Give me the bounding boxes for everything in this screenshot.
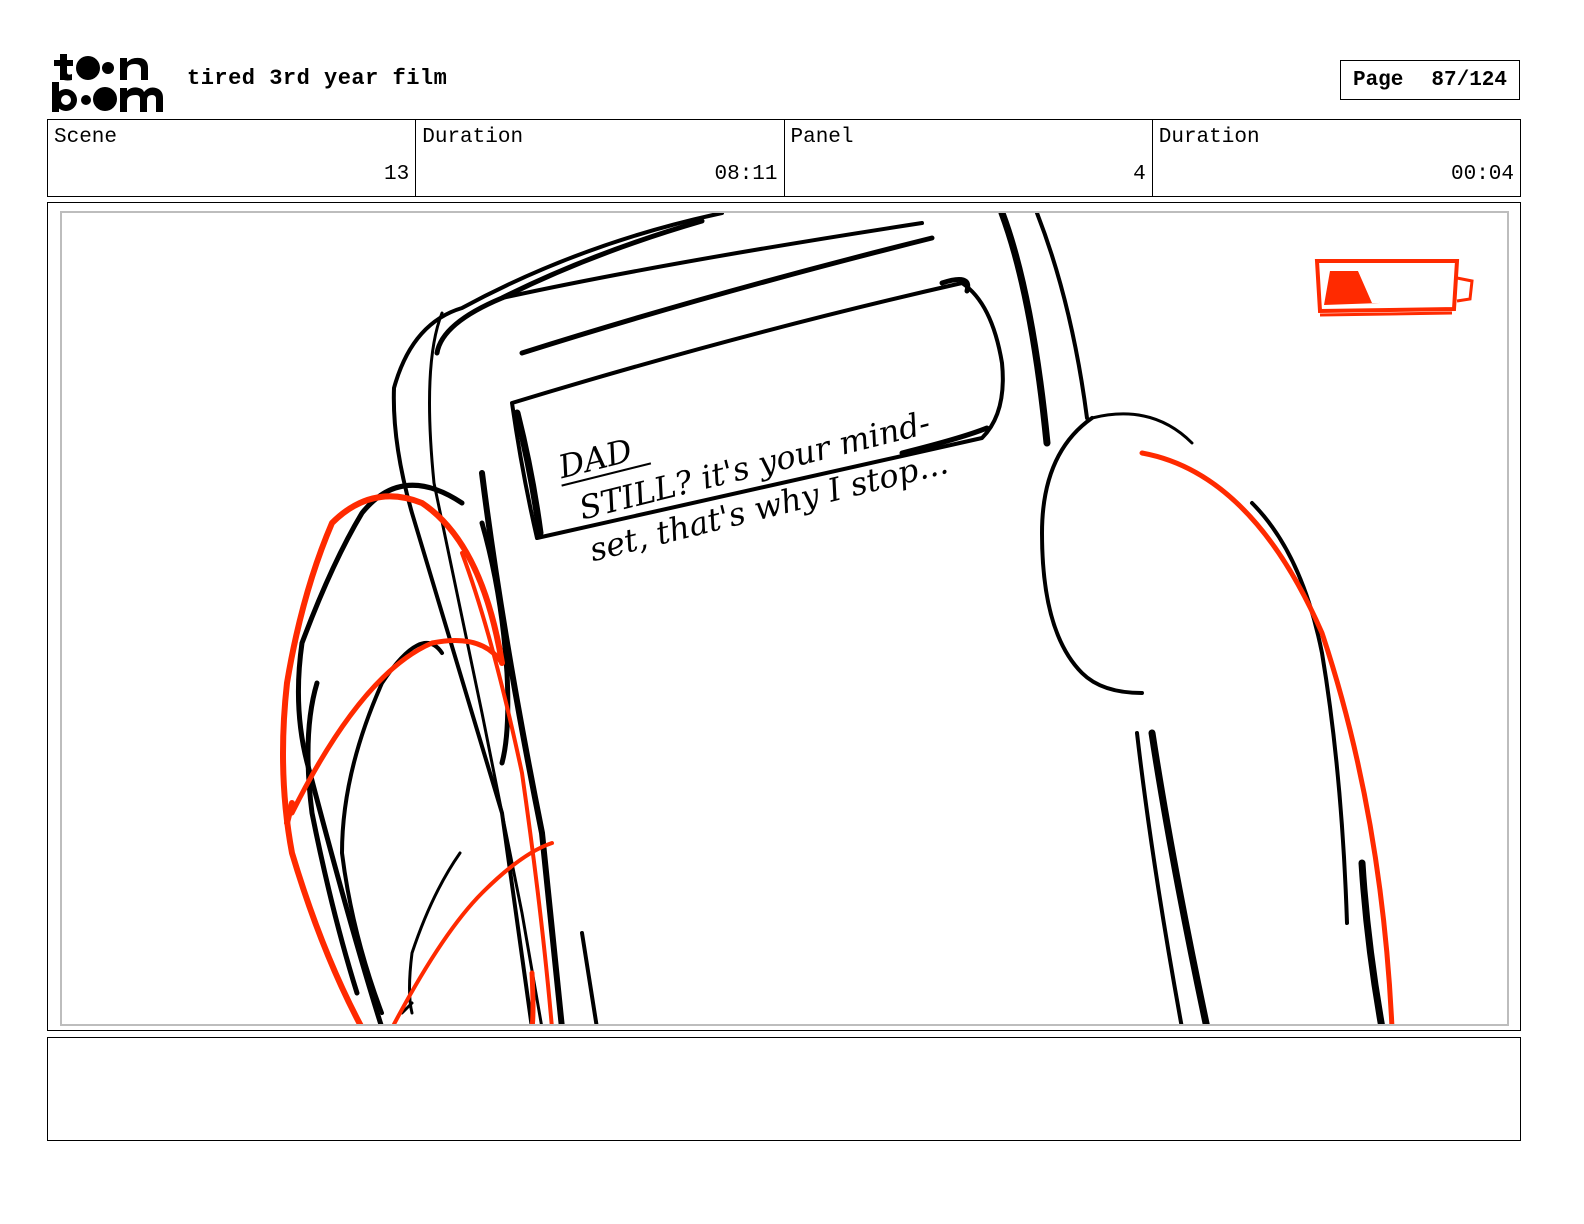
scene-value: 13 <box>384 163 410 186</box>
panel-info-row: Scene 13 Duration 08:11 Panel 4 Duration… <box>47 119 1521 197</box>
page-indicator: Page 87/124 <box>1340 60 1520 100</box>
toon-boom-logo <box>50 50 166 114</box>
panel-cell: Panel 4 <box>785 120 1153 196</box>
storyboard-panel: DAD STILL? it's your mind- set, that's w… <box>47 202 1521 1031</box>
panel-label: Panel <box>790 126 854 149</box>
scene-cell: Scene 13 <box>48 120 417 196</box>
panel-duration-value: 00:04 <box>1450 163 1514 186</box>
storyboard-sketch: DAD STILL? it's your mind- set, that's w… <box>280 213 1474 1024</box>
scene-duration-label: Duration <box>422 126 524 149</box>
scene-label: Scene <box>54 126 118 149</box>
panel-value: 4 <box>1133 163 1146 186</box>
page-label: Page <box>1352 68 1404 92</box>
panel-duration-label: Duration <box>1158 126 1260 149</box>
scene-duration-value: 08:11 <box>714 163 778 186</box>
panel-duration-cell: Duration 00:04 <box>1153 120 1520 196</box>
panel-image-area: DAD STILL? it's your mind- set, that's w… <box>60 211 1509 1026</box>
film-title: tired 3rd year film <box>187 66 448 91</box>
low-battery-icon <box>1314 259 1474 317</box>
panel-notes-box[interactable] <box>47 1037 1521 1141</box>
page-number: 87/124 <box>1431 68 1508 92</box>
scene-duration-cell: Duration 08:11 <box>416 120 785 196</box>
